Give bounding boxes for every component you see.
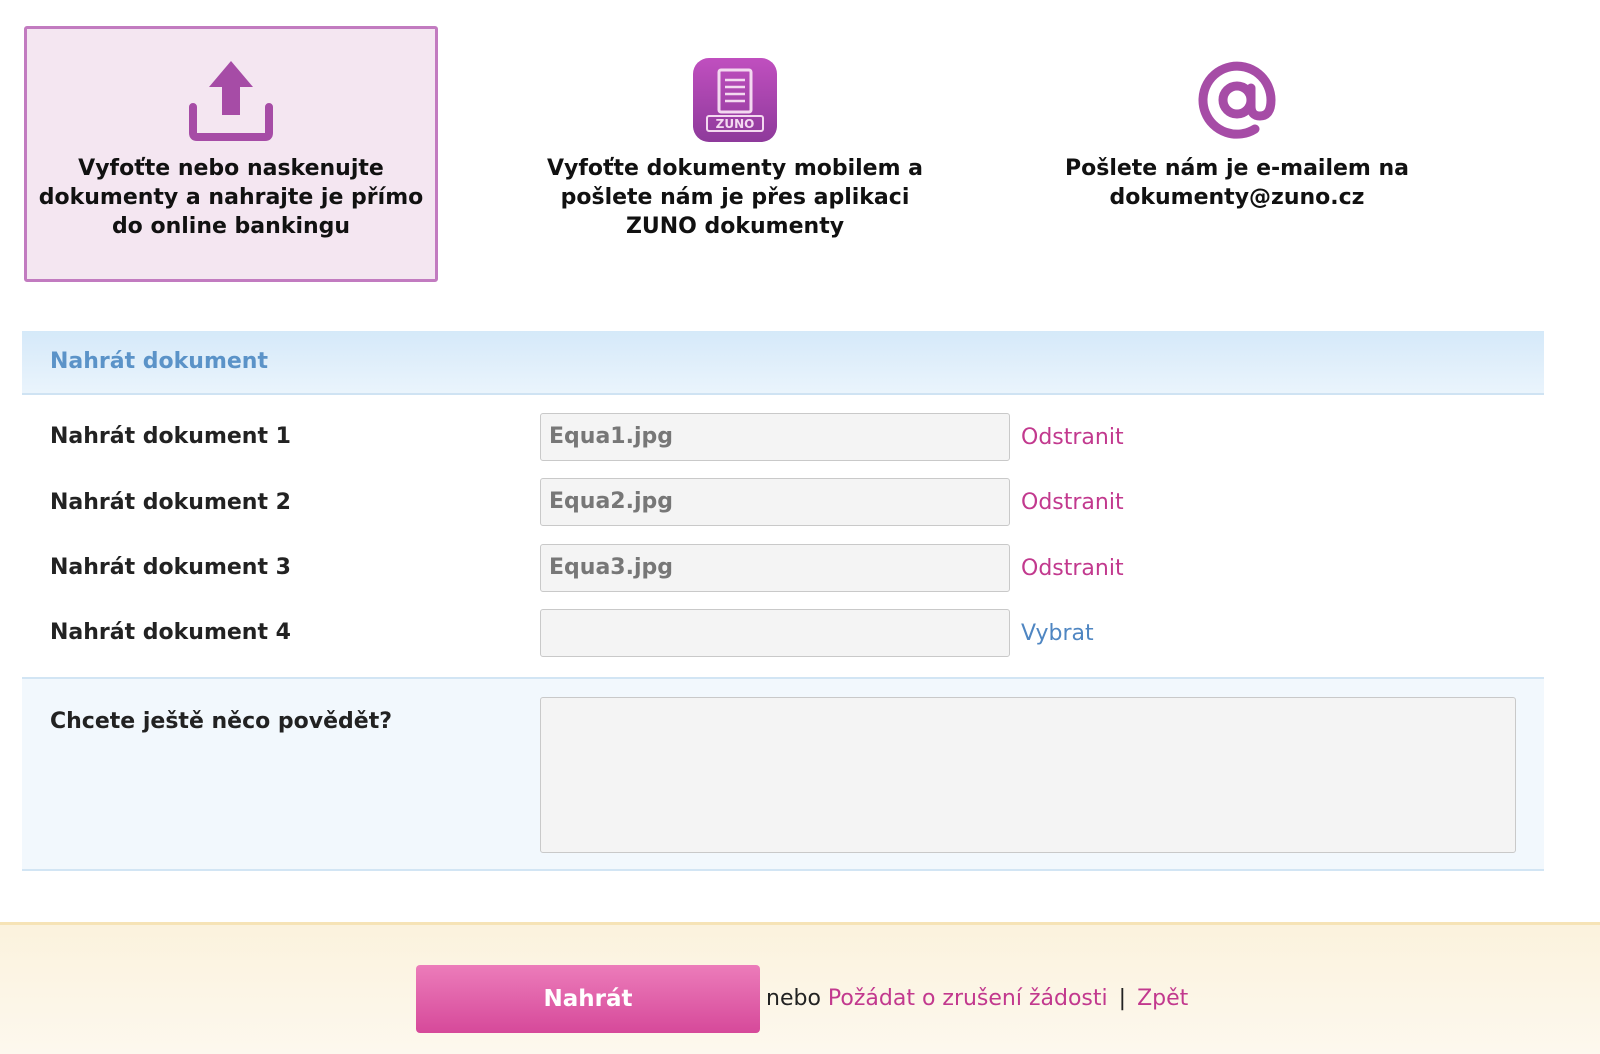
section-title: Nahrát dokument <box>50 349 268 374</box>
file-input-1[interactable]: Equa1.jpg <box>540 413 1010 461</box>
file-input-4[interactable] <box>540 609 1010 657</box>
cancel-request-link[interactable]: Požádat o zrušení žádosti <box>828 986 1108 1011</box>
option-upload-online[interactable]: Vyfoťte nebo naskenujte dokumenty a nahr… <box>24 26 438 282</box>
option-zuno-text: Vyfoťte dokumenty mobilem a pošlete nám … <box>546 156 924 239</box>
link-separator: | <box>1118 986 1127 1011</box>
zuno-app-icon: ZUNO <box>693 58 777 142</box>
zuno-badge-text: ZUNO <box>716 117 755 131</box>
option-zuno-app[interactable]: ZUNO Vyfoťte dokumenty mobilem a pošlete… <box>528 26 942 282</box>
or-text: nebo <box>766 986 821 1011</box>
remove-link-3[interactable]: Odstranit <box>1021 556 1124 581</box>
upload-label-3: Nahrát dokument 3 <box>50 555 291 580</box>
option-email-text: Pošlete nám je e-mailem na dokumenty@zun… <box>1064 156 1410 210</box>
comment-label: Chcete ještě něco povědět? <box>50 709 392 734</box>
upload-section-header: Nahrát dokument <box>22 331 1544 395</box>
at-sign-icon <box>1198 61 1276 139</box>
upload-label-1: Nahrát dokument 1 <box>50 424 291 449</box>
upload-label-4: Nahrát dokument 4 <box>50 620 291 645</box>
footer-bar: Nahrát nebo Požádat o zrušení žádosti | … <box>0 922 1600 1054</box>
file-input-2[interactable]: Equa2.jpg <box>540 478 1010 526</box>
back-link[interactable]: Zpět <box>1137 986 1188 1011</box>
option-upload-text: Vyfoťte nebo naskenujte dokumenty a nahr… <box>38 156 424 239</box>
file-input-3[interactable]: Equa3.jpg <box>540 544 1010 592</box>
submit-upload-button[interactable]: Nahrát <box>416 965 760 1033</box>
remove-link-2[interactable]: Odstranit <box>1021 490 1124 515</box>
upload-label-2: Nahrát dokument 2 <box>50 490 291 515</box>
remove-link-1[interactable]: Odstranit <box>1021 425 1124 450</box>
comment-textarea[interactable] <box>540 697 1516 853</box>
select-file-link-4[interactable]: Vybrat <box>1021 621 1094 646</box>
option-email[interactable]: Pošlete nám je e-mailem na dokumenty@zun… <box>1030 26 1444 282</box>
comment-section: Chcete ještě něco povědět? <box>22 677 1544 871</box>
footer-links: nebo Požádat o zrušení žádosti | Zpět <box>766 986 1188 1011</box>
upload-icon <box>189 61 273 141</box>
